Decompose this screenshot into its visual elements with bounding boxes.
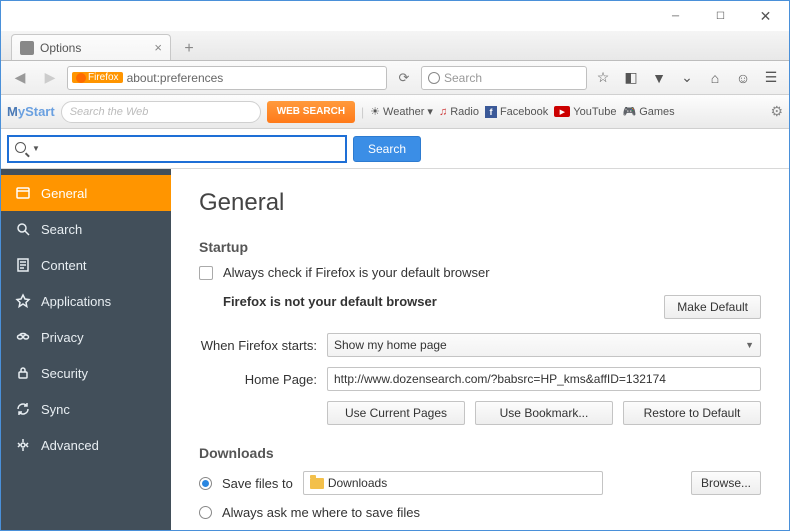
- browse-button[interactable]: Browse...: [691, 471, 761, 495]
- back-button[interactable]: ◀: [7, 65, 33, 91]
- search-icon: [15, 140, 30, 158]
- preferences-main: General Search Content Applications Priv…: [1, 169, 789, 530]
- use-current-pages-button[interactable]: Use Current Pages: [327, 401, 465, 425]
- injected-search-input[interactable]: ▼: [7, 135, 347, 163]
- restore-default-button[interactable]: Restore to Default: [623, 401, 761, 425]
- sidebar-item-applications[interactable]: Applications: [1, 283, 171, 319]
- page-title: General: [199, 189, 761, 217]
- always-ask-label: Always ask me where to save files: [222, 505, 420, 520]
- identity-badge[interactable]: Firefox: [72, 72, 123, 83]
- downloads-icon[interactable]: ▼: [647, 66, 671, 90]
- preferences-content: General Startup Always check if Firefox …: [171, 169, 789, 530]
- sun-icon: ☀: [370, 105, 380, 118]
- mystart-settings-icon[interactable]: ⚙: [770, 103, 783, 120]
- close-tab-icon[interactable]: ×: [154, 40, 162, 55]
- facebook-link[interactable]: fFacebook: [485, 106, 548, 118]
- url-bar[interactable]: Firefox about:preferences: [67, 66, 387, 90]
- general-icon: [15, 185, 31, 201]
- forward-button[interactable]: ▶: [37, 65, 63, 91]
- maximize-button[interactable]: ☐: [698, 2, 743, 31]
- facebook-icon: f: [485, 106, 497, 118]
- youtube-link[interactable]: ▶YouTube: [554, 106, 616, 118]
- always-ask-radio[interactable]: [199, 506, 212, 519]
- mystart-search-input[interactable]: Search the Web: [61, 101, 261, 123]
- when-starts-select[interactable]: Show my home page ▼: [327, 333, 761, 357]
- sidebar-item-general[interactable]: General: [1, 175, 171, 211]
- home-page-label: Home Page:: [199, 372, 317, 387]
- save-files-label: Save files to: [222, 476, 293, 491]
- injected-search-bar: ▼ Search: [1, 129, 789, 169]
- always-check-label: Always check if Firefox is your default …: [223, 265, 490, 280]
- window-titlebar: ─ ☐ ✕: [1, 1, 789, 31]
- not-default-message: Firefox is not your default browser: [223, 294, 654, 309]
- close-button[interactable]: ✕: [743, 2, 788, 31]
- sidebar-item-security[interactable]: Security: [1, 355, 171, 391]
- sidebar-item-privacy[interactable]: Privacy: [1, 319, 171, 355]
- smiley-icon[interactable]: ☺: [731, 66, 755, 90]
- sidebar-item-search[interactable]: Search: [1, 211, 171, 247]
- downloads-heading: Downloads: [199, 445, 761, 461]
- pocket-icon[interactable]: ⌄: [675, 66, 699, 90]
- privacy-icon: [15, 329, 31, 345]
- applications-icon: [15, 293, 31, 309]
- category-sidebar: General Search Content Applications Priv…: [1, 169, 171, 530]
- games-link[interactable]: 🎮Games: [623, 105, 675, 118]
- home-icon[interactable]: ⌂: [703, 66, 727, 90]
- downloads-folder-field[interactable]: Downloads: [303, 471, 603, 495]
- headphone-icon: ♫: [439, 106, 447, 118]
- url-text: about:preferences: [127, 71, 224, 85]
- sidebar-item-content[interactable]: Content: [1, 247, 171, 283]
- tab-label: Options: [40, 41, 81, 55]
- sidebar-item-sync[interactable]: Sync: [1, 391, 171, 427]
- chevron-down-icon: ▼: [745, 340, 754, 350]
- tab-options[interactable]: Options ×: [11, 34, 171, 60]
- search-icon: [15, 221, 31, 237]
- reload-button[interactable]: ⟳: [391, 70, 417, 86]
- advanced-icon: [15, 437, 31, 453]
- content-icon: [15, 257, 31, 273]
- sidebar-item-advanced[interactable]: Advanced: [1, 427, 171, 463]
- new-tab-button[interactable]: +: [175, 38, 203, 60]
- always-check-checkbox[interactable]: [199, 266, 213, 280]
- self-icon[interactable]: ◧: [619, 66, 643, 90]
- radio-link[interactable]: ♫Radio: [439, 106, 479, 118]
- mystart-toolbar: MyStart Search the Web WEB SEARCH | ☀Wea…: [1, 95, 789, 129]
- gear-icon: [20, 41, 34, 55]
- weather-link[interactable]: ☀Weather ▾: [370, 105, 433, 118]
- lock-icon: [15, 365, 31, 381]
- when-starts-label: When Firefox starts:: [199, 338, 317, 353]
- tab-strip: Options × +: [1, 31, 789, 61]
- chevron-down-icon[interactable]: ▼: [32, 144, 40, 153]
- injected-search-button[interactable]: Search: [353, 136, 421, 162]
- web-search-button[interactable]: WEB SEARCH: [267, 101, 355, 123]
- browser-search-box[interactable]: Search: [421, 66, 587, 90]
- games-icon: 🎮: [623, 105, 637, 118]
- navigation-toolbar: ◀ ▶ Firefox about:preferences ⟳ Search ☆…: [1, 61, 789, 95]
- folder-icon: [310, 478, 324, 489]
- make-default-button[interactable]: Make Default: [664, 295, 761, 319]
- minimize-button[interactable]: ─: [653, 2, 698, 31]
- sync-icon: [15, 401, 31, 417]
- startup-heading: Startup: [199, 239, 761, 255]
- search-placeholder: Search: [444, 71, 482, 85]
- mystart-logo[interactable]: MyStart: [7, 104, 55, 119]
- home-page-input[interactable]: http://www.dozensearch.com/?babsrc=HP_km…: [327, 367, 761, 391]
- bookmark-star-icon[interactable]: ☆: [591, 66, 615, 90]
- youtube-icon: ▶: [554, 106, 570, 117]
- use-bookmark-button[interactable]: Use Bookmark...: [475, 401, 613, 425]
- menu-icon[interactable]: ☰: [759, 66, 783, 90]
- save-files-radio[interactable]: [199, 477, 212, 490]
